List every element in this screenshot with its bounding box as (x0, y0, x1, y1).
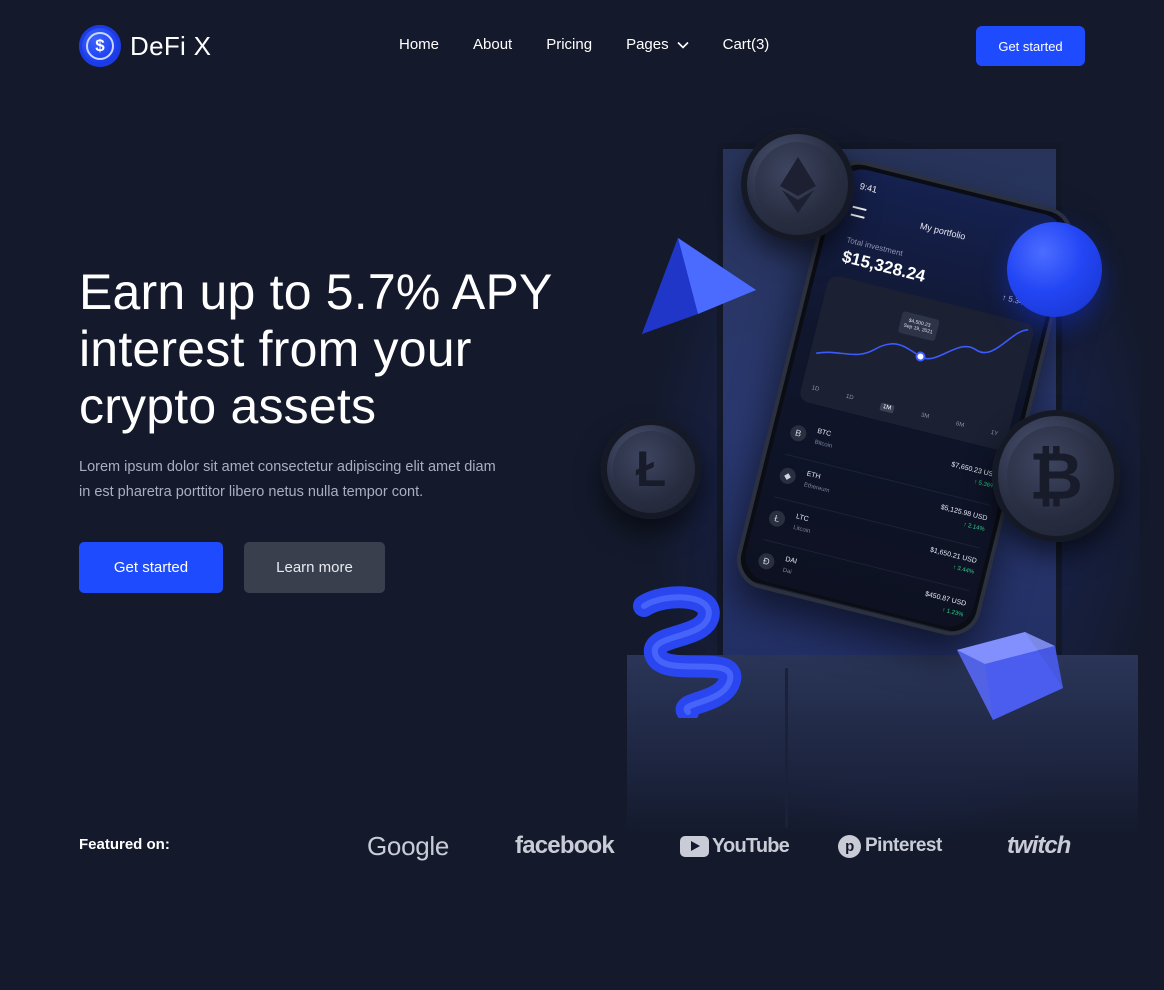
hero-get-started-button[interactable]: Get started (79, 542, 223, 593)
glass-cube-shape-icon (957, 632, 1063, 720)
featured-on-label: Featured on: (79, 836, 170, 853)
asset-change: ↑ 1.23% (941, 607, 964, 619)
ethereum-glyph-icon (779, 156, 816, 213)
learn-more-button[interactable]: Learn more (244, 542, 385, 593)
hero-title-line: crypto assets (79, 378, 377, 434)
youtube-wordmark: YouTube (712, 834, 790, 857)
phone-time: 9:41 (858, 180, 879, 195)
asset-name: Dai (781, 567, 793, 576)
bitcoin-coin-face: ₿ (1007, 425, 1105, 527)
brand-logo[interactable]: $ DeFi X (79, 25, 211, 67)
blue-sphere-shape (1007, 222, 1102, 317)
asset-symbol: BTC (816, 427, 832, 439)
ethereum-coin-icon (741, 128, 854, 241)
asset-name: Litcoin (792, 524, 811, 535)
range-tab-active[interactable]: 1M (878, 402, 895, 414)
asset-value: $5,125.98 USD (939, 503, 989, 523)
asset-value: $450.87 USD (924, 590, 967, 608)
asset-name: Ethereum (803, 482, 830, 495)
ethereum-coin-face (754, 141, 841, 228)
pinterest-wordmark: Pinterest (865, 835, 942, 856)
range-tab[interactable]: 1D (845, 394, 854, 404)
main-nav: Home About Pricing Pages Cart(3) (399, 36, 803, 53)
asset-value: $1,650.21 USD (929, 546, 978, 566)
hero-subtitle-line: Lorem ipsum dolor sit amet consectetur a… (79, 459, 496, 475)
twitch-logo: twitch (1007, 832, 1071, 859)
asset-change: ↑ 3.44% (951, 564, 975, 576)
pinterest-logo: p Pinterest (838, 826, 942, 866)
asset-symbol: DAI (784, 555, 798, 566)
nav-item-pricing[interactable]: Pricing (546, 36, 592, 53)
asset-symbol: LTC (795, 513, 810, 524)
hero-subtitle-line: in est pharetra porttitor libero netus n… (79, 484, 424, 500)
pyramid-shape-icon (642, 238, 756, 334)
menu-icon (850, 205, 867, 219)
nav-item-pages-label: Pages (626, 36, 669, 53)
logo-symbol: $ (86, 32, 114, 60)
site-header: $ DeFi X Home About Pricing Pages Cart(3… (0, 0, 1164, 92)
spring-coil-shape-icon (633, 586, 742, 718)
range-tab[interactable]: 1Y (990, 430, 999, 440)
litecoin-coin-face: Ł (613, 431, 689, 507)
brand-name: DeFi X (130, 30, 212, 61)
hero-title-line: interest from your (79, 321, 472, 377)
chevron-down-icon (677, 41, 689, 49)
pedestal-divider (785, 668, 788, 828)
dollar-coin-icon: $ (79, 25, 121, 67)
litecoin-coin-icon: Ł (601, 419, 701, 519)
hero-title: Earn up to 5.7% APY interest from your c… (79, 264, 599, 435)
pinterest-p-icon: p (838, 834, 861, 858)
nav-item-cart[interactable]: Cart(3) (723, 36, 770, 53)
litecoin-icon: Ł (767, 508, 787, 529)
hero-subtitle: Lorem ipsum dolor sit amet consectetur a… (79, 455, 539, 505)
asset-symbol: ETH (805, 470, 822, 481)
nav-item-about[interactable]: About (473, 36, 512, 53)
range-tab[interactable]: 6M (955, 421, 965, 431)
hero-title-line: Earn up to 5.7% APY (79, 264, 553, 320)
phone-title: My portfolio (918, 220, 967, 242)
range-tab[interactable]: 3M (920, 412, 930, 422)
youtube-play-icon (680, 835, 709, 857)
bitcoin-coin-icon: ₿ (992, 410, 1120, 542)
range-tab[interactable]: 1D (810, 385, 820, 395)
dai-icon: Ð (756, 551, 777, 572)
facebook-logo: facebook (515, 832, 615, 859)
ethereum-icon: ◆ (777, 466, 798, 486)
asset-change: ↑ 2.14% (962, 521, 986, 534)
header-get-started-button[interactable]: Get started (976, 26, 1085, 66)
bitcoin-icon: B (788, 423, 809, 443)
google-logo: Google (367, 830, 450, 861)
nav-item-home[interactable]: Home (399, 36, 439, 53)
asset-name: Bitcoin (813, 439, 833, 450)
nav-item-pages[interactable]: Pages (626, 36, 689, 53)
youtube-logo: YouTube (680, 826, 790, 866)
